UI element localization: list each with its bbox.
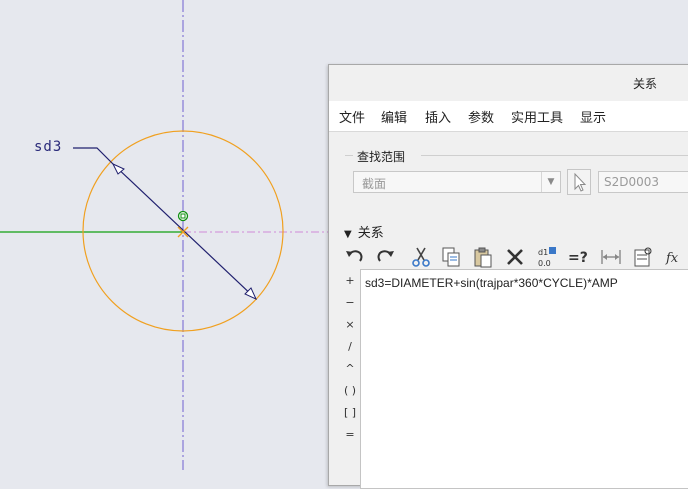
operator-minus-button[interactable]: −: [339, 293, 361, 313]
relation-text: sd3=DIAMETER+sin(trajpar*360*CYCLE)*AMP: [365, 276, 618, 290]
group-border: [345, 155, 353, 156]
operator-equals-button[interactable]: =: [339, 425, 361, 445]
relations-section-title: 关系: [357, 226, 384, 241]
operator-parentheses-button[interactable]: ( ): [339, 381, 361, 401]
svg-text:fx: fx: [665, 251, 679, 266]
cut-icon[interactable]: [409, 245, 433, 269]
search-scope-group-title: 查找范围: [357, 150, 406, 164]
menu-bar: 文件 编辑 插入 参数 实用工具 显示: [329, 101, 688, 132]
operator-multiply-button[interactable]: ×: [339, 315, 361, 335]
chevron-down-icon[interactable]: ▼: [541, 172, 560, 192]
paste-icon[interactable]: [471, 245, 495, 269]
operator-brackets-button[interactable]: [ ]: [339, 403, 361, 423]
operator-sidebar: + − × / ^ ( ) [ ] =: [339, 269, 361, 489]
relations-dialog: 关系 文件 编辑 插入 参数 实用工具 显示 查找范围 截面 ▼ S2D0003…: [328, 64, 688, 489]
menu-display[interactable]: 显示: [580, 107, 606, 126]
operator-divide-button[interactable]: /: [339, 337, 361, 357]
dialog-titlebar[interactable]: 关系: [329, 65, 688, 101]
menu-utilities[interactable]: 实用工具: [511, 107, 563, 126]
center-constraint-icon: [177, 210, 189, 222]
menu-file[interactable]: 文件: [339, 107, 365, 126]
relations-section-header[interactable]: ▼ 关系: [344, 222, 384, 241]
select-item-button[interactable]: [567, 169, 591, 195]
undo-icon[interactable]: [343, 245, 367, 269]
svg-text:0.0: 0.0: [538, 259, 551, 268]
dialog-title: 关系: [633, 77, 658, 91]
copy-icon[interactable]: [439, 245, 463, 269]
scope-type-value: 截面: [362, 177, 387, 191]
dimension-label-sd3[interactable]: sd3: [34, 139, 62, 155]
delete-icon[interactable]: [503, 245, 527, 269]
relations-toolbar: d1 0.0 =? fx: [343, 245, 688, 269]
redo-icon[interactable]: [373, 245, 397, 269]
operator-plus-button[interactable]: +: [339, 271, 361, 291]
relations-editor[interactable]: sd3=DIAMETER+sin(trajpar*360*CYCLE)*AMP: [360, 269, 688, 489]
verify-icon[interactable]: =?: [567, 245, 591, 269]
function-icon[interactable]: fx: [663, 245, 687, 269]
svg-text:=?: =?: [568, 250, 588, 266]
cursor-arrow-icon: [574, 172, 587, 192]
switch-dimensions-icon[interactable]: d1 0.0: [535, 245, 559, 269]
operator-power-button[interactable]: ^: [339, 359, 361, 379]
selected-item-value: S2D0003: [604, 175, 660, 189]
measure-icon[interactable]: [599, 245, 623, 269]
svg-text:d1: d1: [538, 248, 548, 257]
menu-parameters[interactable]: 参数: [468, 107, 494, 126]
dimension-leader: [73, 147, 114, 165]
scope-type-select[interactable]: 截面 ▼: [353, 171, 561, 193]
menu-edit[interactable]: 编辑: [381, 107, 407, 126]
collapse-triangle-icon[interactable]: ▼: [344, 229, 352, 240]
parameter-table-icon[interactable]: [631, 245, 655, 269]
group-border-right: [421, 155, 688, 156]
menu-insert[interactable]: 插入: [425, 107, 451, 126]
selected-item-field[interactable]: S2D0003: [598, 171, 688, 193]
